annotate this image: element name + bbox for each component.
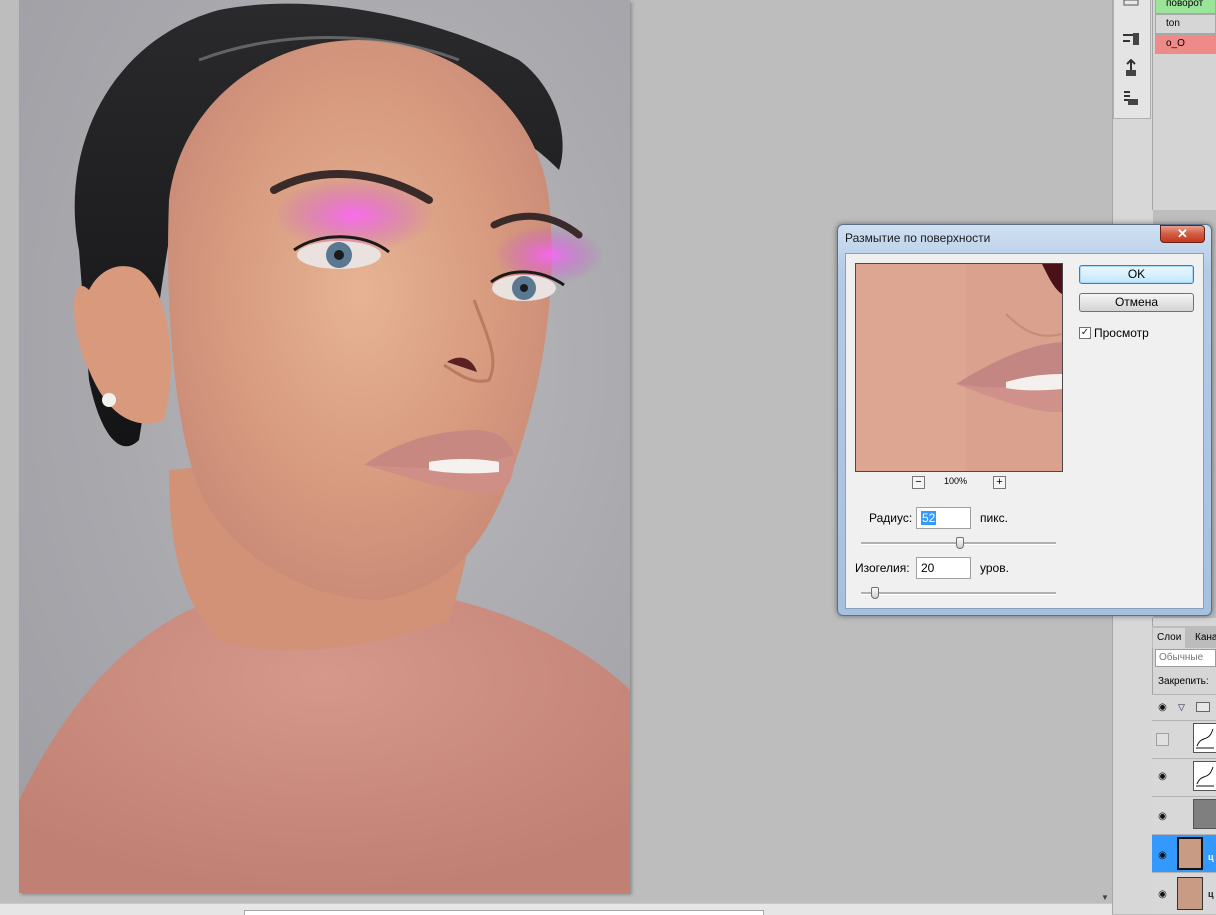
curves-thumbnail-icon <box>1193 761 1216 791</box>
preview-checkbox[interactable]: ✓ <box>1079 327 1091 339</box>
clone-source-icon[interactable] <box>1121 58 1141 78</box>
radius-value: 52 <box>921 511 937 525</box>
curves-thumbnail-icon <box>1193 723 1216 753</box>
eye-icon[interactable]: ◉ <box>1156 701 1169 714</box>
zoom-in-button[interactable]: + <box>993 476 1006 489</box>
cancel-button[interactable]: Отмена <box>1079 293 1194 312</box>
action-item[interactable]: поворот <box>1155 0 1216 14</box>
radius-input[interactable]: 52 <box>916 507 971 529</box>
action-item[interactable]: o_O <box>1155 34 1216 54</box>
portrait-thumbnail-icon <box>1177 837 1203 870</box>
layer-name: ц <box>1208 889 1214 899</box>
threshold-slider-thumb[interactable] <box>870 587 879 599</box>
horizontal-scroll-thumb[interactable] <box>244 910 764 915</box>
eye-icon[interactable]: ◉ <box>1156 849 1169 862</box>
filter-preview[interactable] <box>855 263 1063 472</box>
radius-unit: пикс. <box>980 511 1008 525</box>
tab-channels[interactable]: Кана <box>1191 628 1216 648</box>
preview-label: Просмотр <box>1094 326 1149 340</box>
dialog-title: Размытие по поверхности <box>845 231 991 245</box>
tab-layers[interactable]: Слои <box>1153 628 1186 648</box>
lock-label: Закрепить: <box>1158 676 1209 687</box>
threshold-label: Изогелия: <box>855 561 910 575</box>
tool-presets-icon[interactable] <box>1121 88 1141 108</box>
close-button[interactable]: ✕ <box>1160 225 1205 243</box>
action-item[interactable]: ton <box>1155 14 1216 34</box>
threshold-input[interactable]: 20 <box>916 557 971 579</box>
radius-slider-thumb[interactable] <box>956 537 965 549</box>
threshold-unit: уров. <box>980 561 1009 575</box>
threshold-slider-track[interactable] <box>861 592 1056 595</box>
zoom-out-button[interactable]: − <box>912 476 925 489</box>
disclosure-triangle-icon[interactable]: ▽ <box>1178 702 1185 713</box>
brush-presets-icon[interactable] <box>1121 29 1141 49</box>
blend-mode-select[interactable]: Обычные <box>1155 649 1216 667</box>
eye-icon[interactable]: ◉ <box>1156 770 1169 783</box>
eye-icon[interactable] <box>1156 733 1169 746</box>
scroll-down-arrow-icon[interactable]: ▼ <box>1101 894 1109 902</box>
document-canvas[interactable] <box>19 0 630 893</box>
eye-icon[interactable]: ◉ <box>1156 810 1169 823</box>
panel-collapse-icon[interactable] <box>1121 0 1141 8</box>
folder-icon <box>1196 702 1210 712</box>
preview-image <box>856 264 1062 471</box>
portrait-thumbnail-icon <box>1177 877 1203 910</box>
layer-name: ц <box>1208 852 1214 862</box>
gray-fill-thumbnail-icon <box>1193 799 1216 829</box>
ok-button[interactable]: OK <box>1079 265 1194 284</box>
portrait-photo <box>19 3 630 893</box>
eye-icon[interactable]: ◉ <box>1156 888 1169 901</box>
zoom-level: 100% <box>944 476 968 486</box>
radius-label: Радиус: <box>869 511 913 525</box>
